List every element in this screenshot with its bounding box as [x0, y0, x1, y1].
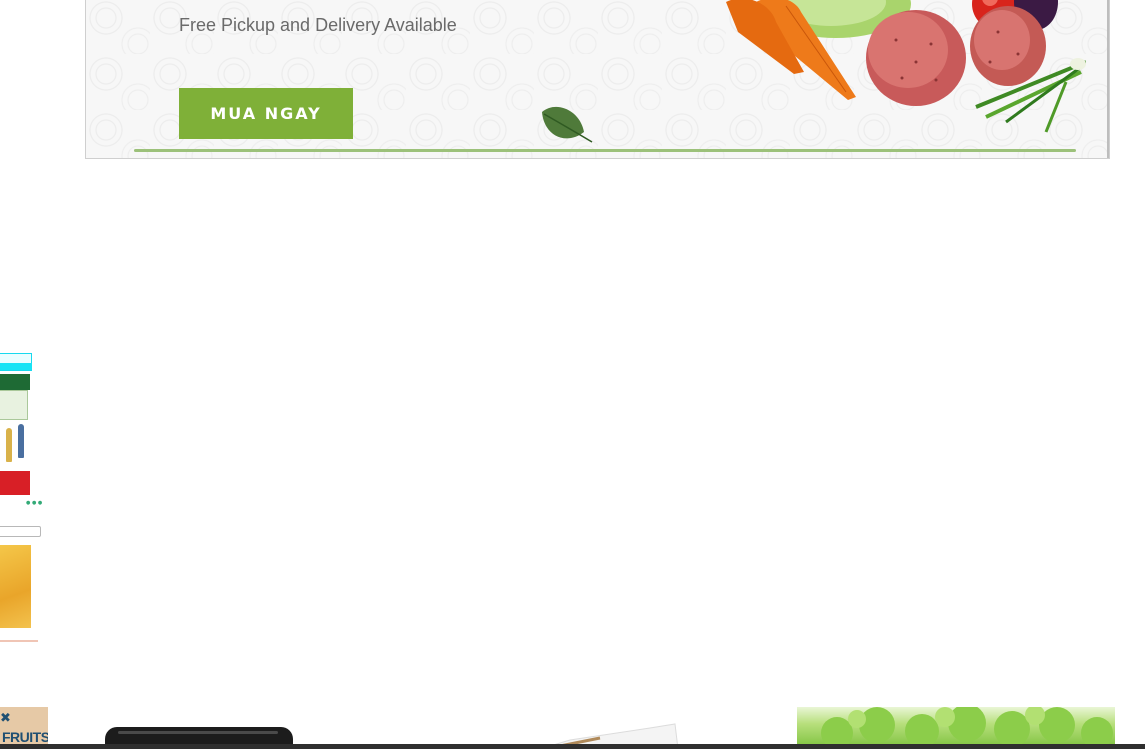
preview-bottle-2 — [18, 424, 24, 458]
basil-leaf-image — [542, 106, 593, 143]
product-lettuce-image[interactable] — [797, 707, 1115, 749]
fruits-logo-text: FRUITS — [2, 729, 48, 745]
buy-now-button[interactable]: MUA NGAY — [179, 88, 353, 139]
hero-edge — [1107, 0, 1109, 158]
hero-banner: Free Pickup and Delivery Available MUA N… — [85, 0, 1110, 159]
bottom-edge-bar — [0, 744, 1145, 749]
jar-lid-shine — [118, 731, 278, 734]
preview-header — [0, 374, 30, 390]
fruits-brand-logo[interactable]: ✖ FRUITS — [0, 707, 48, 749]
preview-input — [0, 526, 41, 537]
preview-beer-image — [0, 545, 31, 628]
vegetables-image — [726, 0, 1086, 133]
hero-subtitle: Free Pickup and Delivery Available — [179, 15, 457, 35]
site-preview-thumbnail: ● ● ● — [0, 326, 44, 646]
logo-mark-icon: ✖ — [0, 711, 11, 726]
preview-red-banner — [0, 471, 30, 495]
preview-dots: ● ● ● — [26, 500, 43, 506]
preview-menu-bar — [0, 363, 32, 370]
hero-divider — [134, 149, 1076, 152]
preview-bottle-1 — [6, 428, 12, 462]
preview-divider — [0, 640, 38, 642]
lettuce-leaves — [821, 707, 1113, 749]
preview-product-panel — [0, 390, 28, 420]
